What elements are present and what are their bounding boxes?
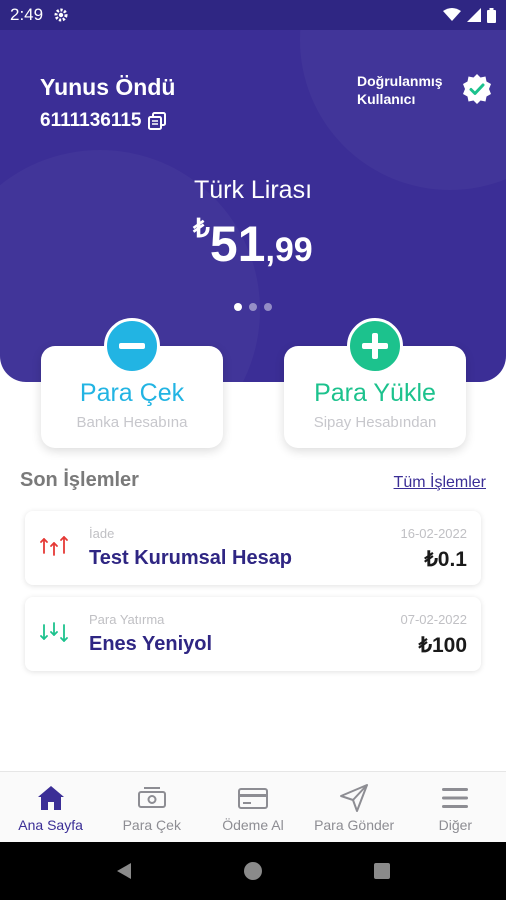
currency-name: Türk Lirası — [193, 176, 313, 204]
balance-decimal: ,99 — [265, 231, 313, 269]
load-subtitle: Sipay Hesabından — [313, 414, 437, 431]
recents-icon[interactable] — [371, 860, 393, 882]
withdraw-subtitle: Banka Hesabına — [76, 414, 188, 431]
user-phone-number: 6111136115 — [40, 110, 142, 131]
transaction-item[interactable]: Para Yatırma Enes Yeniyol 07-02-2022 ₺10… — [25, 597, 481, 671]
minus-icon — [104, 318, 160, 374]
nav-item-withdraw[interactable]: Para Çek — [101, 772, 202, 842]
verified-label-line2: Kullanıcı — [357, 91, 416, 107]
page-indicator[interactable] — [0, 303, 506, 311]
back-icon[interactable] — [113, 860, 135, 882]
balance-amount: ₺51,99 — [0, 213, 506, 273]
send-icon — [340, 784, 369, 812]
system-navigation-bar — [0, 842, 506, 900]
nav-label: Ana Sayfa — [18, 817, 83, 833]
verified-badge-icon — [463, 74, 491, 104]
nav-item-home[interactable]: Ana Sayfa — [0, 772, 101, 842]
home-button-icon[interactable] — [242, 860, 264, 882]
card-icon — [237, 788, 268, 809]
transaction-item[interactable]: İade Test Kurumsal Hesap 16-02-2022 ₺0.1 — [25, 511, 481, 585]
bottom-navigation: Ana Sayfa Para Çek Ödeme Al Para Gönder … — [0, 771, 506, 842]
status-icons — [443, 7, 496, 23]
all-transactions-link[interactable]: Tüm İşlemler — [394, 474, 486, 492]
withdraw-title: Para Çek — [79, 379, 185, 407]
transaction-date: 07-02-2022 — [400, 612, 468, 627]
balance-currency-symbol: ₺ — [193, 213, 210, 243]
transaction-amount: ₺0.1 — [424, 548, 467, 571]
nav-item-receive-payment[interactable]: Ödeme Al — [202, 772, 303, 842]
plus-icon — [347, 318, 403, 374]
copy-icon[interactable] — [147, 111, 167, 131]
transaction-name: Test Kurumsal Hesap — [89, 547, 293, 569]
nav-item-more[interactable]: Diğer — [405, 772, 506, 842]
transaction-amount: ₺100 — [418, 634, 467, 657]
nav-label: Diğer — [438, 817, 473, 833]
nav-label: Ödeme Al — [222, 817, 284, 833]
transaction-type: İade — [89, 526, 115, 541]
nav-item-send-money[interactable]: Para Gönder — [304, 772, 405, 842]
nav-label: Para Çek — [122, 817, 181, 833]
transaction-date: 16-02-2022 — [400, 526, 468, 541]
recent-transactions-title: Son İşlemler — [20, 469, 139, 491]
load-title: Para Yükle — [314, 379, 436, 407]
home-icon — [37, 786, 64, 810]
nav-label: Para Gönder — [314, 817, 395, 833]
settings-icon — [54, 8, 68, 22]
deposit-arrows-icon — [40, 622, 68, 642]
signal-icon — [467, 8, 481, 22]
wifi-icon — [443, 8, 461, 21]
status-time: 2:49 — [10, 5, 44, 24]
balance-integer: 51 — [209, 216, 266, 272]
menu-icon — [442, 788, 469, 808]
page-dot[interactable] — [264, 303, 272, 311]
verified-label: Doğrulanmış Kullanıcı — [357, 72, 457, 108]
status-bar: 2:49 — [0, 0, 506, 30]
page-dot[interactable] — [234, 303, 242, 311]
page-dot[interactable] — [249, 303, 257, 311]
battery-icon — [487, 7, 496, 23]
balance-header: Yunus Öndü 6111136115 Doğrulanmış Kullan… — [0, 30, 506, 382]
cash-icon — [137, 787, 166, 808]
user-name: Yunus Öndü — [40, 74, 176, 100]
load-money-button[interactable]: Para Yükle Sipay Hesabından — [284, 318, 466, 448]
refund-arrows-icon — [40, 536, 68, 556]
transaction-name: Enes Yeniyol — [89, 633, 213, 655]
withdraw-money-button[interactable]: Para Çek Banka Hesabına — [41, 318, 223, 448]
verified-label-line1: Doğrulanmış — [357, 73, 443, 89]
user-phone: 6111136115 — [40, 110, 167, 132]
transaction-type: Para Yatırma — [89, 612, 165, 627]
